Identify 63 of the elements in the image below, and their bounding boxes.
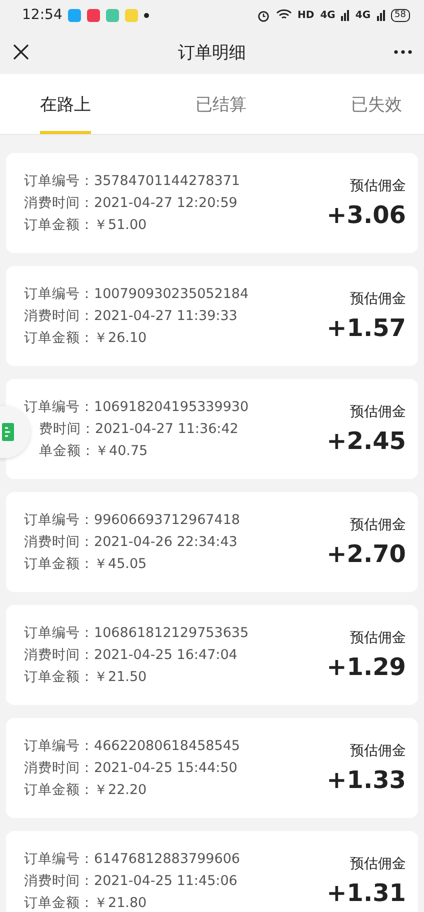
wifi-icon <box>276 9 292 21</box>
order-detail: 订单编号：61476812883799606 <box>24 850 240 868</box>
commission-label: 预估佣金 <box>350 855 406 873</box>
order-detail: 单金额：￥40.75 <box>38 442 149 460</box>
commission-amount: +2.70 <box>326 540 406 568</box>
commission-amount: +1.33 <box>326 766 406 794</box>
commission-amount: +2.45 <box>326 427 406 455</box>
app-icon <box>125 8 138 22</box>
network-type: HD <box>298 10 314 20</box>
qq-icon <box>68 8 82 22</box>
page-title: 订单明细 <box>178 42 246 64</box>
battery-level: 58 <box>390 8 410 22</box>
tab[interactable]: 已结算 <box>196 74 246 134</box>
order-detail: 订单金额：￥21.80 <box>24 894 148 912</box>
order-detail: 订单编号：106918204195339930 <box>24 398 249 416</box>
app-icon <box>106 8 120 22</box>
more-icon <box>394 50 412 54</box>
order-detail: 订单金额：￥22.20 <box>24 781 148 799</box>
signal-icon <box>341 10 350 20</box>
order-detail: 费时间：2021-04-27 11:36:42 <box>38 420 240 438</box>
app-icon <box>87 8 100 22</box>
commission-amount: +1.57 <box>326 314 406 342</box>
commission-label: 预估佣金 <box>350 403 406 421</box>
order-card[interactable]: 订单编号：100790930235052184 消费时间：2021-04-27 11:39:33 订单金额：￥26.10 预估佣金 +1.57 <box>6 266 418 366</box>
order-card[interactable]: 订单编号：106918204195339930 费时间：2021-04-27 11:36:42 单金额：￥40.75 预估佣金 +2.45 <box>6 379 418 479</box>
notification-dot <box>144 12 150 18</box>
tab[interactable]: 在路上 <box>40 74 91 134</box>
order-detail: 订单编号：100790930235052184 <box>24 285 249 303</box>
tab[interactable]: 已失效 <box>351 74 402 134</box>
document-icon <box>2 423 14 441</box>
commission-label: 预估佣金 <box>350 629 406 647</box>
commission-label: 预估佣金 <box>350 290 406 308</box>
order-detail: 消费时间：2021-04-25 16:47:04 <box>24 646 238 664</box>
order-card[interactable]: 订单编号：35784701144278371 消费时间：2021-04-27 12:20:59 订单金额：￥51.00 预估佣金 +3.06 <box>6 153 418 253</box>
order-detail: 订单编号：106861812129753635 <box>24 624 249 642</box>
order-detail: 订单金额：￥51.00 <box>24 216 148 234</box>
order-detail: 订单金额：￥26.10 <box>24 329 148 347</box>
order-detail: 消费时间：2021-04-26 22:34:43 <box>24 533 238 551</box>
order-detail: 消费时间：2021-04-25 15:44:50 <box>24 759 238 777</box>
order-card[interactable]: 订单编号：61476812883799606 消费时间：2021-04-25 11:45:06 订单金额：￥21.80 预估佣金 +1.31 <box>6 831 418 912</box>
order-detail: 消费时间：2021-04-25 11:45:06 <box>24 872 238 890</box>
order-detail: 订单编号：35784701144278371 <box>24 172 240 190</box>
commission-label: 预估佣金 <box>350 742 406 760</box>
signal-type: 4G <box>355 10 371 20</box>
order-detail: 消费时间：2021-04-27 12:20:59 <box>24 194 238 212</box>
order-card[interactable]: 订单编号：99606693712967418 消费时间：2021-04-26 22:34:43 订单金额：￥45.05 预估佣金 +2.70 <box>6 492 418 592</box>
order-detail: 订单编号：46622080618458545 <box>24 737 240 755</box>
status-time: 12:54 <box>22 7 62 23</box>
commission-amount: +1.29 <box>326 653 406 681</box>
commission-label: 预估佣金 <box>350 177 406 195</box>
commission-amount: +3.06 <box>326 201 406 229</box>
signal-icon <box>376 10 385 20</box>
order-card[interactable]: 订单编号：106861812129753635 消费时间：2021-04-25 16:47:04 订单金额：￥21.50 预估佣金 +1.29 <box>6 605 418 705</box>
alarm-icon <box>256 8 270 22</box>
commission-label: 预估佣金 <box>350 516 406 534</box>
signal-type: 4G <box>320 10 336 20</box>
close-icon <box>12 43 30 61</box>
commission-amount: +1.31 <box>326 879 406 907</box>
order-detail: 订单金额：￥45.05 <box>24 555 148 573</box>
order-card[interactable]: 订单编号：46622080618458545 消费时间：2021-04-25 15:44:50 订单金额：￥22.20 预估佣金 +1.33 <box>6 718 418 818</box>
order-detail: 消费时间：2021-04-27 11:39:33 <box>24 307 238 325</box>
order-detail: 订单编号：99606693712967418 <box>24 511 240 529</box>
order-detail: 订单金额：￥21.50 <box>24 668 148 686</box>
